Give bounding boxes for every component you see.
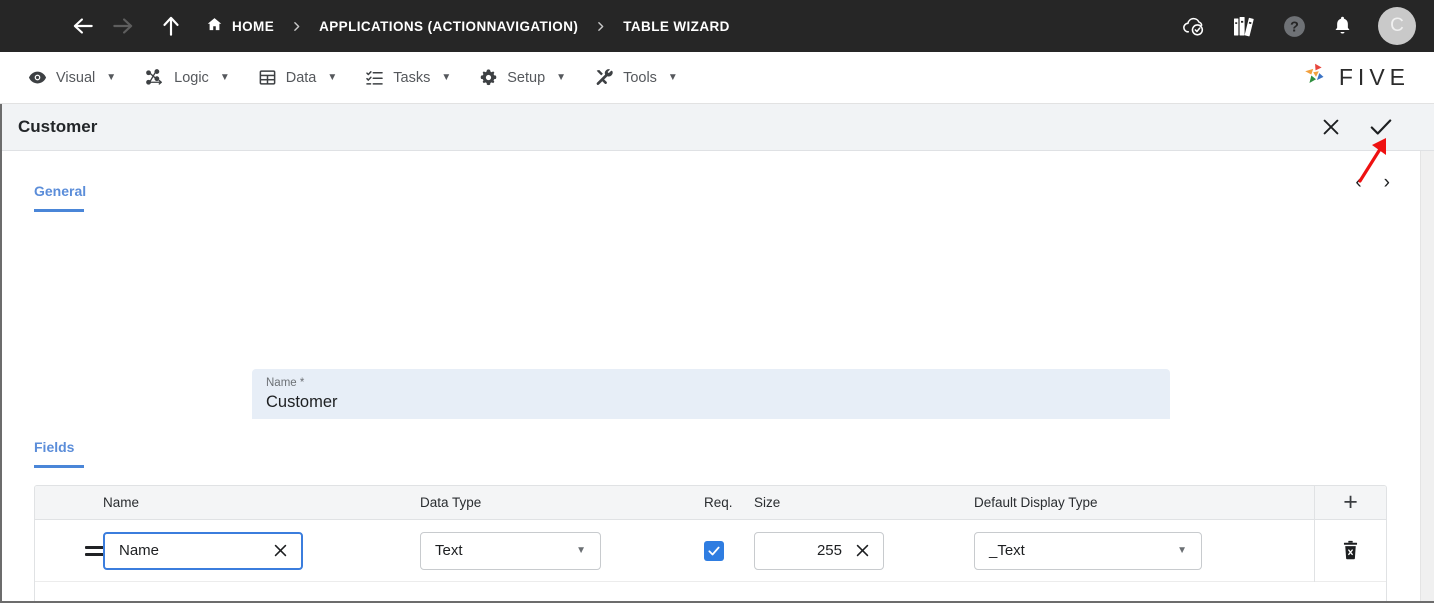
breadcrumb-item-applications[interactable]: APPLICATIONS (ACTIONNAVIGATION) <box>319 19 578 34</box>
close-icon[interactable] <box>1318 114 1344 140</box>
menu-item-tasks[interactable]: Tasks ▼ <box>351 52 465 104</box>
arrow-left-icon[interactable] <box>66 9 100 43</box>
field-size-value: 255 <box>816 542 842 559</box>
panel-header: Customer <box>2 104 1434 151</box>
help-icon[interactable]: ? <box>1282 14 1307 39</box>
library-books-icon[interactable] <box>1232 14 1258 39</box>
field-size-input[interactable]: 255 <box>754 531 884 570</box>
menu-item-label: Tools <box>623 69 657 86</box>
name-field-label: Name * <box>266 377 305 389</box>
breadcrumb: HOME APPLICATIONS (ACTIONNAVIGATION) TAB… <box>206 16 730 36</box>
brand-name: FIVE <box>1338 64 1410 90</box>
column-header-name: Name <box>103 495 140 510</box>
eye-icon <box>28 68 47 87</box>
drag-handle-icon[interactable] <box>35 545 106 556</box>
tab-fields[interactable]: Fields <box>34 439 74 465</box>
data-type-value: Text <box>435 542 463 559</box>
chevron-right-icon <box>594 20 607 33</box>
default-display-type-select[interactable]: _Text ▼ <box>974 531 1202 570</box>
add-field-button[interactable]: + <box>1314 486 1386 519</box>
record-pager: ‹ › <box>1355 173 1390 192</box>
tab-fields-underline <box>34 465 84 468</box>
menu-item-label: Data <box>285 69 317 86</box>
plus-icon: + <box>1343 488 1358 516</box>
main-menu-bar: Visual ▼ Logic ▼ Data ▼ Tasks ▼ Setup ▼ … <box>0 52 1434 104</box>
chevron-down-icon: ▼ <box>441 72 452 83</box>
delete-row-icon[interactable] <box>1340 540 1361 561</box>
name-field[interactable]: Name * Customer <box>252 369 1170 419</box>
general-section: General ‹ › <box>2 151 1420 235</box>
table-wizard-panel: Customer General ‹ › Name * Customer Fie… <box>0 104 1434 603</box>
top-bar-actions: ? C <box>1181 7 1416 45</box>
previous-record-icon[interactable]: ‹ <box>1355 173 1361 192</box>
row-drag-handle[interactable] <box>35 545 106 556</box>
menu-item-data[interactable]: Data ▼ <box>244 52 352 104</box>
panel-header-actions <box>1318 114 1434 140</box>
column-header-default-display-type: Default Display Type <box>974 495 1098 510</box>
checkmark-save-icon[interactable] <box>1368 114 1394 140</box>
chevron-down-icon: ▼ <box>327 72 338 83</box>
menu-item-logic[interactable]: Logic ▼ <box>130 52 244 104</box>
menu-item-label: Logic <box>174 69 209 86</box>
tools-icon <box>594 68 614 87</box>
breadcrumb-item-home[interactable]: HOME <box>206 16 274 36</box>
fields-table-header: Name Data Type Req. Size Default Display… <box>35 486 1386 520</box>
next-record-icon[interactable]: › <box>1384 173 1390 192</box>
default-display-type-value: _Text <box>989 542 1025 559</box>
chevron-down-icon: ▼ <box>667 72 678 83</box>
gear-icon <box>479 68 498 87</box>
chevron-down-icon: ▼ <box>1177 545 1187 556</box>
fields-table-wrapper: Name Data Type Req. Size Default Display… <box>34 485 1420 601</box>
panel-content: General ‹ › Name * Customer Fields Name … <box>2 151 1420 601</box>
chevron-down-icon: ▼ <box>219 72 230 83</box>
avatar[interactable]: C <box>1378 7 1416 45</box>
breadcrumb-item-table-wizard[interactable]: TABLE WIZARD <box>623 19 730 34</box>
menu-item-label: Visual <box>56 69 96 86</box>
vertical-scrollbar[interactable] <box>1420 151 1434 601</box>
tab-general[interactable]: General <box>34 183 86 209</box>
fields-table: Name Data Type Req. Size Default Display… <box>34 485 1387 601</box>
five-brand-logo: FIVE <box>1301 60 1410 95</box>
clear-icon[interactable] <box>848 542 883 559</box>
table-grid-icon <box>258 68 277 87</box>
home-icon <box>206 16 223 36</box>
name-field-value[interactable]: Customer <box>266 390 1170 414</box>
arrow-right-icon[interactable] <box>106 9 140 43</box>
column-header-data-type: Data Type <box>420 495 482 510</box>
field-name-value: Name <box>119 542 160 559</box>
logic-nodes-icon <box>144 68 165 87</box>
breadcrumb-label: HOME <box>232 18 275 34</box>
menu-item-visual[interactable]: Visual ▼ <box>14 52 130 104</box>
tab-general-underline <box>34 209 84 212</box>
breadcrumb-label: APPLICATIONS (ACTIONNAVIGATION) <box>319 18 579 34</box>
svg-text:?: ? <box>1290 19 1299 35</box>
data-type-select[interactable]: Text ▼ <box>420 531 601 570</box>
five-pinwheel-logo-icon <box>1301 60 1331 95</box>
column-header-required: Req. <box>704 495 733 510</box>
breadcrumb-label: TABLE WIZARD <box>623 18 730 34</box>
hamburger-icon[interactable] <box>20 18 42 34</box>
chevron-down-icon: ▼ <box>106 72 117 83</box>
column-header-size: Size <box>754 495 781 510</box>
cloud-check-icon[interactable] <box>1181 14 1208 39</box>
checklist-icon <box>365 68 384 87</box>
page-title: Customer <box>18 117 98 136</box>
chevron-right-icon <box>290 20 303 33</box>
field-name-input[interactable]: Name <box>103 531 303 570</box>
top-navigation-bar: HOME APPLICATIONS (ACTIONNAVIGATION) TAB… <box>0 0 1434 56</box>
table-row: Name Text ▼ 255 _Text ▼ <box>35 519 1386 582</box>
chevron-down-icon: ▼ <box>556 72 567 83</box>
menu-item-label: Setup <box>507 69 546 86</box>
menu-item-setup[interactable]: Setup ▼ <box>465 52 580 104</box>
menu-item-label: Tasks <box>393 69 431 86</box>
clear-icon[interactable] <box>266 542 301 559</box>
chevron-down-icon: ▼ <box>576 545 586 556</box>
required-checkbox[interactable] <box>704 540 724 561</box>
menu-item-tools[interactable]: Tools ▼ <box>580 52 692 104</box>
arrow-up-icon[interactable] <box>154 9 188 43</box>
notifications-bell-icon[interactable] <box>1331 14 1354 38</box>
